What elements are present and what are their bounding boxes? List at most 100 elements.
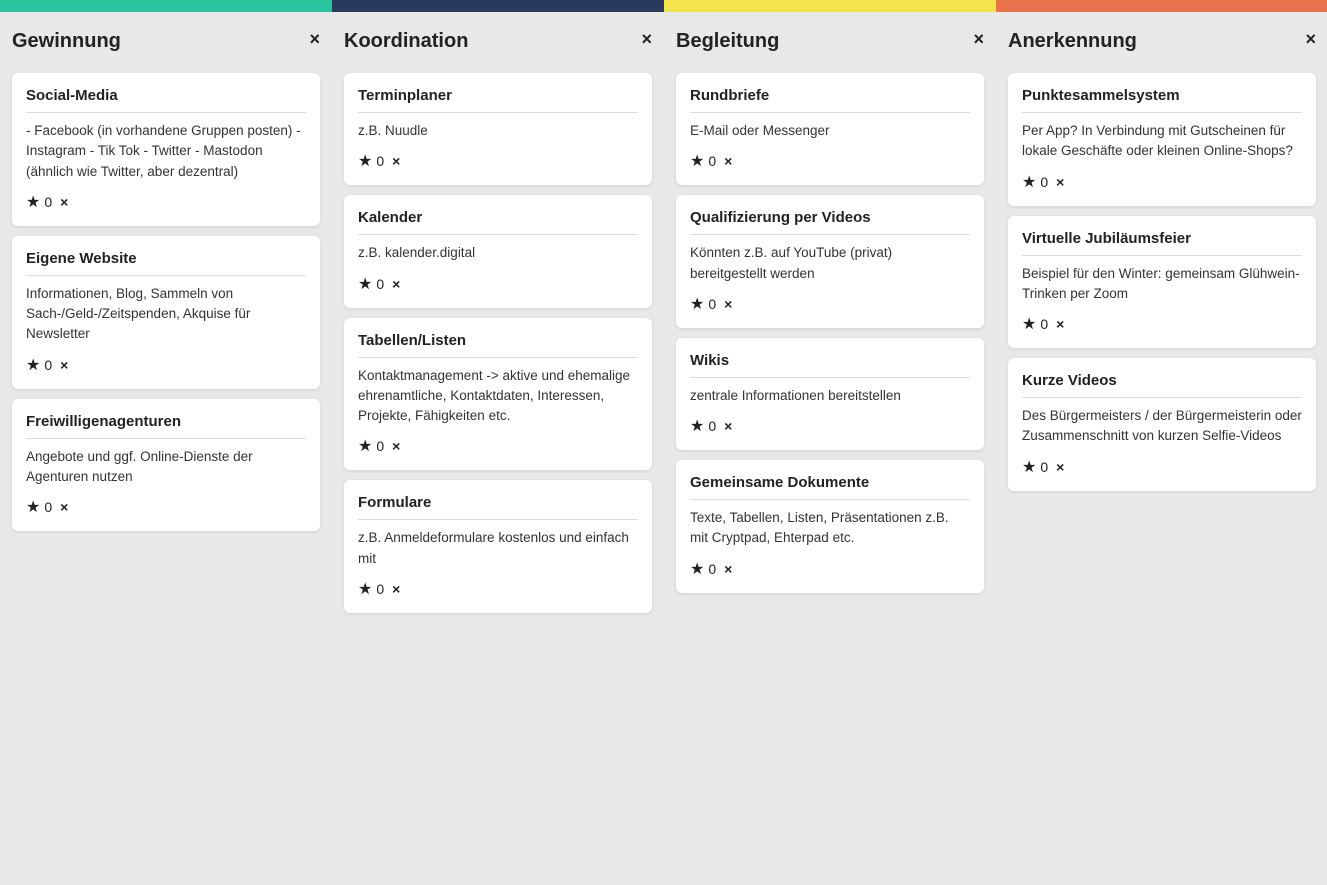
- card-body: Texte, Tabellen, Listen, Präsentationen …: [690, 508, 970, 549]
- card-title: Tabellen/Listen: [358, 332, 638, 358]
- column-inner-anerkennung: Anerkennung×PunktesammelsystemPer App? I…: [996, 12, 1327, 885]
- column-inner-begleitung: Begleitung×RundbriefeE-Mail oder Messeng…: [664, 12, 996, 885]
- card-title: Social-Media: [26, 87, 306, 113]
- card-close-button[interactable]: ×: [724, 561, 732, 577]
- card-actions: ★0 ×: [358, 579, 638, 599]
- card-close-button[interactable]: ×: [392, 438, 400, 454]
- card-body: Per App? In Verbindung mit Gutscheinen f…: [1022, 121, 1302, 162]
- card-star-button[interactable]: ★0: [358, 579, 384, 599]
- column-close-button-koordination[interactable]: ×: [641, 30, 652, 48]
- card-body: Beispiel für den Winter: gemeinsam Glühw…: [1022, 264, 1302, 305]
- card-close-button[interactable]: ×: [392, 276, 400, 292]
- star-icon: ★: [690, 151, 704, 171]
- card-body: Kontaktmanagement -> aktive und ehemalig…: [358, 366, 638, 427]
- card: Formularez.B. Anmeldeformulare kostenlos…: [344, 480, 652, 613]
- card-actions: ★0 ×: [1022, 314, 1302, 334]
- card-title: Gemeinsame Dokumente: [690, 474, 970, 500]
- star-count: 0: [708, 153, 716, 169]
- card-close-button[interactable]: ×: [724, 418, 732, 434]
- card-close-button[interactable]: ×: [1056, 459, 1064, 475]
- card-actions: ★0 ×: [26, 355, 306, 375]
- star-icon: ★: [1022, 314, 1036, 334]
- star-count: 0: [44, 357, 52, 373]
- card-actions: ★0 ×: [690, 559, 970, 579]
- card: Kalenderz.B. kalender.digital★0×: [344, 195, 652, 307]
- column-title-row-koordination: Koordination ×: [344, 24, 652, 63]
- column-title-anerkennung: Anerkennung: [1008, 30, 1137, 53]
- card-star-button[interactable]: ★0: [690, 416, 716, 436]
- card-body: - Facebook (in vorhandene Gruppen posten…: [26, 121, 306, 182]
- card-star-button[interactable]: ★0: [358, 274, 384, 294]
- star-icon: ★: [358, 579, 372, 599]
- star-icon: ★: [358, 274, 372, 294]
- column-title-koordination: Koordination: [344, 30, 468, 53]
- card-close-button[interactable]: ×: [724, 153, 732, 169]
- star-icon: ★: [26, 192, 40, 212]
- column-close-button-gewinnung[interactable]: ×: [309, 30, 320, 48]
- star-count: 0: [708, 296, 716, 312]
- card: Gemeinsame Dokumente Texte, Tabellen, Lis…: [676, 460, 984, 593]
- star-icon: ★: [690, 416, 704, 436]
- card-title: Terminplaner: [358, 87, 638, 113]
- card-star-button[interactable]: ★0: [1022, 457, 1048, 477]
- star-icon: ★: [690, 294, 704, 314]
- column-close-button-anerkennung[interactable]: ×: [1305, 30, 1316, 48]
- star-icon: ★: [690, 559, 704, 579]
- card-star-button[interactable]: ★0: [1022, 172, 1048, 192]
- card: Kurze Videos Des Bürgermeisters / der Bür…: [1008, 358, 1316, 491]
- card-actions: ★0 ×: [1022, 172, 1302, 192]
- card-close-button[interactable]: ×: [60, 194, 68, 210]
- card-close-button[interactable]: ×: [1056, 174, 1064, 190]
- card: Virtuelle JubiläumsfeierBeispiel für den…: [1008, 216, 1316, 349]
- card-body: Informationen, Blog, Sammeln von Sach-/G…: [26, 284, 306, 345]
- column-header-koordination: [332, 0, 664, 12]
- star-count: 0: [376, 438, 384, 454]
- card-star-button[interactable]: ★0: [690, 559, 716, 579]
- column-close-button-begleitung[interactable]: ×: [973, 30, 984, 48]
- column-header-begleitung: [664, 0, 996, 12]
- card-close-button[interactable]: ×: [1056, 316, 1064, 332]
- card: Qualifizierung per VideosKönnten z.B. au…: [676, 195, 984, 328]
- card-body: zentrale Informationen bereitstellen: [690, 386, 970, 406]
- star-count: 0: [376, 276, 384, 292]
- card-title: Freiwilligenagenturen: [26, 413, 306, 439]
- star-count: 0: [708, 418, 716, 434]
- star-icon: ★: [26, 355, 40, 375]
- card-body: z.B. Nuudle: [358, 121, 638, 141]
- card: RundbriefeE-Mail oder Messenger★0×: [676, 73, 984, 185]
- card-close-button[interactable]: ×: [724, 296, 732, 312]
- card-title: Eigene Website: [26, 250, 306, 276]
- card-star-button[interactable]: ★0: [358, 151, 384, 171]
- column-header-gewinnung: [0, 0, 332, 12]
- column-inner-gewinnung: Gewinnung×Social-Media- Facebook (in vor…: [0, 12, 332, 885]
- card-close-button[interactable]: ×: [392, 153, 400, 169]
- star-icon: ★: [358, 436, 372, 456]
- card-close-button[interactable]: ×: [60, 357, 68, 373]
- card-star-button[interactable]: ★0: [690, 294, 716, 314]
- card-actions: ★0 ×: [358, 436, 638, 456]
- card-close-button[interactable]: ×: [392, 581, 400, 597]
- star-count: 0: [1040, 459, 1048, 475]
- star-count: 0: [1040, 316, 1048, 332]
- card-title: Kurze Videos: [1022, 372, 1302, 398]
- card-star-button[interactable]: ★0: [1022, 314, 1048, 334]
- card-star-button[interactable]: ★0: [358, 436, 384, 456]
- column-title-row-anerkennung: Anerkennung ×: [1008, 24, 1316, 63]
- card-title: Rundbriefe: [690, 87, 970, 113]
- card-title: Formulare: [358, 494, 638, 520]
- card-star-button[interactable]: ★0: [690, 151, 716, 171]
- card-actions: ★0 ×: [690, 151, 970, 171]
- card-star-button[interactable]: ★0: [26, 192, 52, 212]
- column-title-row-begleitung: Begleitung×: [676, 24, 984, 63]
- card-star-button[interactable]: ★0: [26, 497, 52, 517]
- card: Eigene Website Informationen, Blog, Samme…: [12, 236, 320, 389]
- card-actions: ★0 ×: [690, 294, 970, 314]
- star-icon: ★: [1022, 457, 1036, 477]
- star-icon: ★: [1022, 172, 1036, 192]
- card-star-button[interactable]: ★0: [26, 355, 52, 375]
- card-actions: ★0 ×: [26, 192, 306, 212]
- kanban-board: Gewinnung×Social-Media- Facebook (in vor…: [0, 0, 1327, 885]
- column-gewinnung: Gewinnung×Social-Media- Facebook (in vor…: [0, 0, 332, 885]
- card-body: Des Bürgermeisters / der Bürgermeisterin…: [1022, 406, 1302, 447]
- card-close-button[interactable]: ×: [60, 499, 68, 515]
